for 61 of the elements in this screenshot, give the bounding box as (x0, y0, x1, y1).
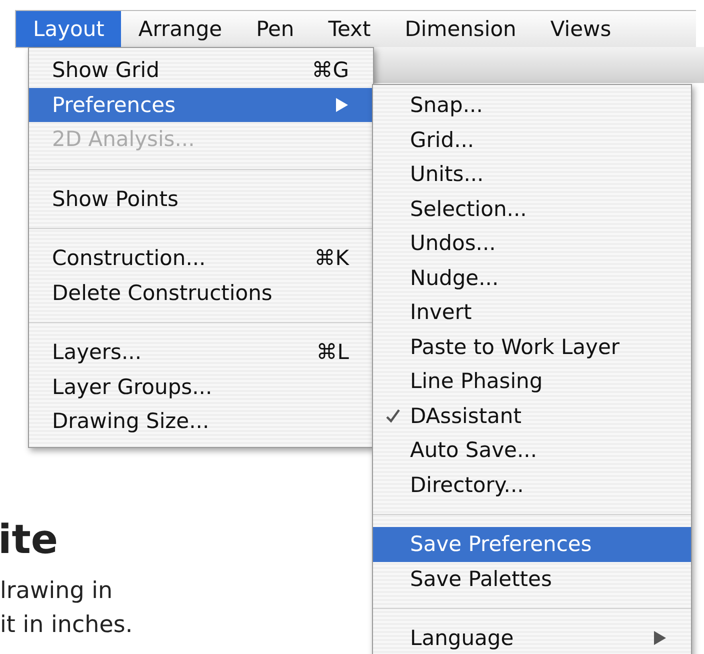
menu-item-label: Paste to Work Layer (410, 334, 620, 359)
menu-title[interactable]: Arrange (121, 11, 240, 47)
menu-item-label: Selection... (410, 196, 527, 221)
menu-item-label: Layers... (52, 340, 142, 364)
menu-item[interactable]: Language (373, 621, 691, 654)
menu-item-label: Delete Constructions (52, 280, 272, 305)
menu-item[interactable]: Show Points (29, 182, 373, 216)
menu-item[interactable]: Save Preferences (373, 527, 691, 562)
menu-title[interactable]: Text (311, 11, 388, 47)
menu-item-label: Save Palettes (410, 566, 552, 591)
body-text: it in inches. (0, 611, 133, 640)
shortcut-label: ⌘L (316, 340, 349, 364)
menu-item-label: Grid... (410, 128, 474, 152)
menu-item-label: Units... (410, 162, 484, 186)
menu-item[interactable]: DAssistant (373, 398, 691, 433)
menu-item-label: 2D Analysis... (52, 127, 195, 152)
submenu-arrow-icon (653, 630, 667, 646)
body-text: lrawing in (0, 577, 113, 606)
menu-item-label: Construction... (52, 246, 206, 270)
menu-item-label: Preferences (52, 92, 176, 117)
menu-item-label: Nudge... (410, 266, 499, 290)
menu-item[interactable]: Invert (373, 295, 691, 330)
menu-item-label: Directory... (410, 472, 524, 497)
menu-item[interactable]: Layer Groups... (29, 370, 373, 404)
menu-item[interactable]: Selection... (373, 192, 691, 226)
shortcut-label: ⌘G (312, 58, 349, 82)
menu-item[interactable]: Show Grid ⌘G (29, 53, 373, 88)
menu-title[interactable]: Views (533, 11, 628, 47)
menu-item[interactable]: Paste to Work Layer (373, 330, 691, 364)
submenu-arrow-icon (335, 96, 349, 113)
menu-item[interactable]: Save Palettes (373, 562, 691, 596)
menu-item-label: Invert (410, 300, 472, 324)
menu-item-label: DAssistant (410, 404, 522, 428)
menu-item-label: Language (410, 626, 514, 650)
menu-item-label: Show Points (52, 186, 178, 211)
menu-title[interactable]: Layout (16, 11, 122, 47)
menu-item[interactable]: Delete Constructions (29, 276, 373, 310)
menu-item[interactable]: Drawing Size... (29, 404, 373, 438)
menu-item-label: Snap... (410, 93, 483, 118)
menu-item-label: Save Preferences (410, 532, 592, 556)
menu-item-label: Auto Save... (410, 438, 538, 462)
menu-item-label: Drawing Size... (52, 409, 210, 434)
menu-item-label: Layer Groups... (52, 374, 212, 399)
menu-title[interactable]: Pen (239, 11, 312, 47)
menu-item[interactable]: Units... (373, 157, 691, 192)
menu-item[interactable]: Nudge... (373, 260, 691, 295)
menu-item[interactable]: Preferences (29, 88, 373, 122)
menu-item-label: Undos... (410, 231, 496, 256)
menu-item[interactable]: Layers... ⌘L (29, 335, 373, 370)
menu-item[interactable]: Directory... (373, 468, 691, 502)
menu-item[interactable]: Grid... (373, 122, 691, 157)
menu-item[interactable]: Auto Save... (373, 433, 691, 468)
menu-item[interactable]: Line Phasing (373, 364, 691, 398)
page-heading: ite (0, 516, 58, 565)
menu-item-label: Line Phasing (410, 369, 543, 394)
menu-item[interactable]: Snap... (373, 88, 691, 122)
menu-title[interactable]: Dimension (388, 11, 534, 47)
menu-item-label: Show Grid (52, 58, 160, 82)
shortcut-label: ⌘K (314, 246, 349, 270)
menu-item[interactable]: Construction... ⌘K (29, 241, 373, 276)
menu-item[interactable]: Undos... (373, 226, 691, 260)
